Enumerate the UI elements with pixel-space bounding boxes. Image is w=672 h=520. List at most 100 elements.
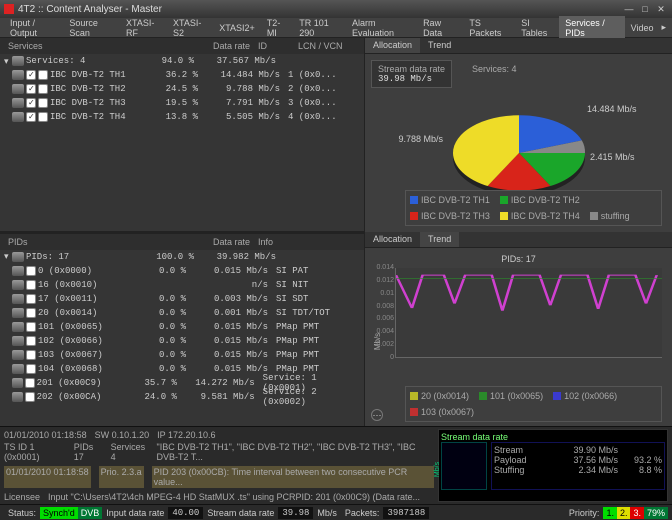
pid-row[interactable]: 101 (0x0065)0.0 %0.015 Mb/sPMap PMT (0, 320, 364, 334)
box-icon[interactable] (26, 280, 36, 290)
close-button[interactable]: ✕ (654, 3, 668, 15)
service-row[interactable]: IBC DVB-T2 TH224.5 %9.788 Mb/s2 (0x0... (0, 82, 364, 96)
pid-row[interactable]: 16 (0x0010)n/sSI NIT (0, 278, 364, 292)
footer-timestamp: 01/01/2010 01:18:58 (4, 430, 87, 440)
box-icon[interactable] (38, 112, 48, 122)
collapse-icon[interactable]: ▾ (4, 56, 12, 67)
tab-raw-data[interactable]: Raw Data (417, 16, 463, 40)
disk-icon (12, 112, 24, 122)
sb-in-rate-val: 40.00 (168, 507, 203, 519)
tab-trend[interactable]: Trend (420, 38, 459, 53)
tab-xtasi-s2[interactable]: XTASI-S2 (167, 16, 213, 40)
box-icon[interactable] (26, 364, 36, 374)
col-data-rate-2[interactable]: Data rate (154, 237, 254, 247)
tab-si-tables[interactable]: SI Tables (515, 16, 559, 40)
pid-row[interactable]: 17 (0x0011)0.0 %0.003 Mb/sSI SDT (0, 292, 364, 306)
tab-input-output[interactable]: Input / Output (4, 16, 63, 40)
tab-xtasi2-[interactable]: XTASI2+ (213, 21, 261, 35)
col-id[interactable]: ID (254, 41, 294, 51)
box-icon[interactable] (26, 322, 36, 332)
pid-row[interactable]: 103 (0x0067)0.0 %0.015 Mb/sPMap PMT (0, 348, 364, 362)
checkbox-icon[interactable] (26, 70, 36, 80)
legend-item: IBC DVB-T2 TH2 (500, 195, 580, 205)
col-info[interactable]: Info (254, 237, 360, 247)
pid-row[interactable]: 102 (0x0066)0.0 %0.015 Mb/sPMap PMT (0, 334, 364, 348)
disk-icon (12, 350, 24, 360)
box-icon[interactable] (25, 378, 35, 388)
toolbar-overflow-icon[interactable]: ▸ (659, 20, 668, 35)
disk-icon (12, 378, 23, 388)
box-icon[interactable] (38, 98, 48, 108)
sb-packets-val: 3987188 (383, 507, 429, 519)
box-icon[interactable] (26, 350, 36, 360)
disk-icon (12, 392, 23, 402)
swatch-icon (410, 196, 418, 204)
sb-p1[interactable]: 1. (603, 507, 617, 519)
tab-allocation[interactable]: Allocation (365, 38, 420, 53)
service-row[interactable]: IBC DVB-T2 TH136.2 %14.484 Mb/s1 (0x0... (0, 68, 364, 82)
settings-icon[interactable]: ⋯ (371, 409, 383, 421)
box-icon[interactable] (26, 308, 36, 318)
services-header: Services Data rate ID LCN / VCN (0, 38, 364, 54)
allocation-tabs: Allocation Trend (365, 38, 672, 54)
minimize-button[interactable]: — (622, 3, 636, 15)
checkbox-icon[interactable] (26, 112, 36, 122)
collapse-icon[interactable]: ▾ (4, 251, 12, 262)
tab-video[interactable]: Video (625, 21, 660, 35)
tab-t2-mi[interactable]: T2-MI (261, 16, 293, 40)
box-icon[interactable] (26, 336, 36, 346)
service-row[interactable]: IBC DVB-T2 TH413.8 %5.505 Mb/s4 (0x0... (0, 110, 364, 124)
mini-row: Stuffing2.34 Mb/s8.8 % (494, 465, 662, 475)
allocation-chart: Stream data rate 39.98 Mb/s Services: 4 … (365, 54, 672, 232)
checkbox-icon[interactable] (26, 98, 36, 108)
trend-title: PIDs: 17 (371, 254, 666, 264)
disk-icon (12, 364, 24, 374)
footer-pids: PIDs 17 (74, 442, 103, 462)
box-icon[interactable] (25, 392, 35, 402)
col-lcn[interactable]: LCN / VCN (294, 41, 360, 51)
statusbar: Status: Synch'd DVB Input data rate 40.0… (0, 504, 672, 520)
tab-services-pids[interactable]: Services / PIDs (559, 16, 624, 40)
pids-title: PIDs (4, 237, 154, 247)
tab-trend-2[interactable]: Trend (420, 232, 459, 247)
legend-item: 101 (0x0065) (479, 391, 543, 401)
y-tick: 0.008 (370, 303, 394, 310)
pid-row[interactable]: 20 (0x0014)0.0 %0.001 Mb/sSI TDT/TOT (0, 306, 364, 320)
legend-item: 20 (0x0014) (410, 391, 469, 401)
y-tick: 0.002 (370, 341, 394, 348)
y-tick: 0.006 (370, 315, 394, 322)
pid-row[interactable]: 202 (0x00CA)24.0 %9.581 Mb/sService: 2 (… (0, 390, 364, 404)
checkbox-icon[interactable] (26, 84, 36, 94)
box-icon[interactable] (26, 266, 36, 276)
footer-sw: SW 0.10.1.20 (95, 430, 150, 440)
pids-summary-row[interactable]: ▾ PIDs: 17 100.0 % 39.982 Mb/s (0, 250, 364, 264)
box-icon[interactable] (26, 294, 36, 304)
tab-xtasi-rf[interactable]: XTASI-RF (120, 16, 167, 40)
tab-allocation-2[interactable]: Allocation (365, 232, 420, 247)
box-icon[interactable] (38, 70, 48, 80)
footer-svcs: Services 4 (111, 442, 149, 462)
col-data-rate[interactable]: Data rate (154, 41, 254, 51)
maximize-button[interactable]: □ (638, 3, 652, 15)
app-icon (4, 4, 14, 14)
legend-item: IBC DVB-T2 TH4 (500, 211, 580, 221)
disk-icon (12, 98, 24, 108)
service-row[interactable]: IBC DVB-T2 TH319.5 %7.791 Mb/s3 (0x0... (0, 96, 364, 110)
tab-alarm-evaluation[interactable]: Alarm Evaluation (346, 16, 417, 40)
box-icon[interactable] (38, 84, 48, 94)
sb-dvb: DVB (78, 507, 103, 519)
disk-icon (12, 84, 24, 94)
disk-icon (12, 294, 24, 304)
legend-item: stuffing (590, 211, 630, 221)
stream-rate-value: 39.98 Mb/s (378, 74, 445, 84)
services-summary-row[interactable]: ▾ Services: 4 94.0 % 37.567 Mb/s (0, 54, 364, 68)
sb-p3[interactable]: 3. (630, 507, 644, 519)
pid-row[interactable]: 0 (0x0000)0.0 %0.015 Mb/sSI PAT (0, 264, 364, 278)
tab-ts-packets[interactable]: TS Packets (463, 16, 515, 40)
sb-p2[interactable]: 2. (617, 507, 631, 519)
tab-tr-101-290[interactable]: TR 101 290 (293, 16, 346, 40)
swatch-icon (410, 392, 418, 400)
footer-ip: IP 172.20.10.6 (157, 430, 215, 440)
disk-icon (12, 280, 24, 290)
tab-source-scan[interactable]: Source Scan (63, 16, 120, 40)
